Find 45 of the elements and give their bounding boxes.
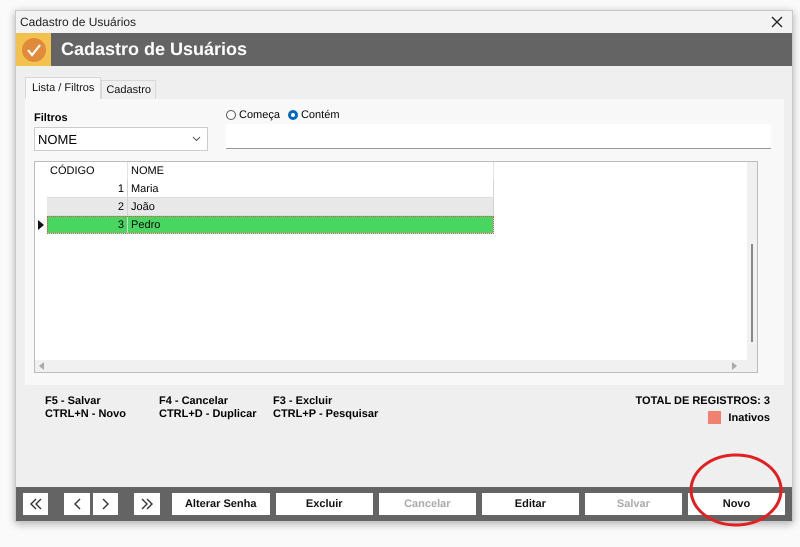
shortcut-hint: CTRL+P - Pesquisar: [273, 408, 380, 420]
table-row[interactable]: 2 João: [47, 198, 494, 216]
close-button[interactable]: [770, 15, 784, 29]
navigation-button[interactable]: [92, 493, 118, 515]
shortcut-hint: F3 - Excluir: [273, 395, 334, 407]
action-button[interactable]: Novo: [688, 493, 786, 515]
field-dropdown[interactable]: NOME: [34, 127, 208, 151]
chevron-down-icon: [192, 136, 201, 142]
chevron-left-icon: [74, 498, 81, 510]
double-chevron-right-icon: [140, 498, 153, 510]
navigation-button[interactable]: [134, 493, 160, 515]
shortcut-hint: F4 - Cancelar: [159, 395, 230, 407]
table-cell: Maria: [128, 180, 494, 197]
shortcut-hint: CTRL+D - Duplicar: [159, 408, 258, 420]
tab[interactable]: Lista / Filtros: [25, 77, 102, 99]
table-row[interactable]: 1 Maria: [47, 180, 494, 198]
table-cell: João: [128, 198, 494, 215]
table-row[interactable]: 3 Pedro: [47, 216, 494, 234]
header-title: Cadastro de Usuários: [61, 39, 248, 60]
vertical-scrollbar[interactable]: [747, 162, 757, 360]
radio-option[interactable]: Começa: [226, 109, 280, 121]
window-title: Cadastro de Usuários: [20, 15, 136, 29]
scroll-left-icon: [39, 362, 44, 370]
chevron-right-icon: [102, 498, 110, 510]
navigation-button[interactable]: [23, 493, 48, 515]
check-icon: [22, 38, 46, 62]
scroll-right-icon: [732, 362, 737, 370]
navigation-button[interactable]: [64, 493, 90, 515]
filters-label: Filtros: [34, 111, 69, 124]
table-cell: Pedro: [128, 216, 494, 233]
action-button[interactable]: Editar: [482, 493, 579, 515]
table-cell: 1: [47, 180, 128, 197]
action-button[interactable]: Excluir: [276, 493, 373, 515]
double-chevron-left-icon: [30, 498, 42, 510]
radio-option[interactable]: Contém: [288, 109, 340, 121]
shortcut-hint: CTRL+N - Novo: [45, 408, 127, 420]
total-records: TOTAL DE REGISTROS: 3: [636, 395, 770, 407]
shortcut-hint: F5 - Salvar: [45, 395, 102, 407]
action-button[interactable]: Alterar Senha: [172, 493, 270, 515]
legend-label: Inativos: [728, 412, 770, 424]
table-cell: 2: [47, 198, 128, 215]
tab[interactable]: Cadastro: [101, 80, 156, 99]
table-cell: 3: [47, 216, 128, 233]
horizontal-scrollbar[interactable]: [35, 360, 757, 372]
search-field[interactable]: [226, 124, 771, 149]
